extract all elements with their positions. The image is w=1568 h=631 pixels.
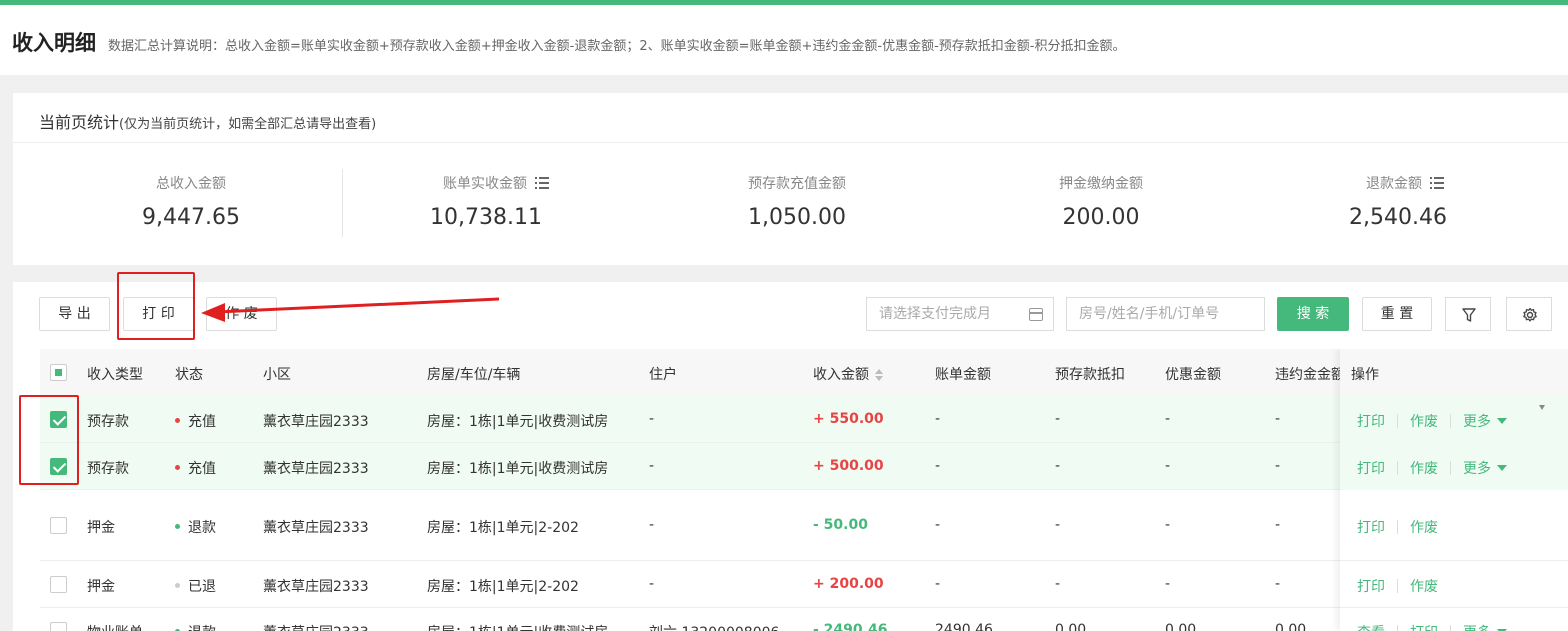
stat-value: 2,540.46 [1349, 205, 1447, 230]
divider [342, 169, 343, 237]
col-income-type: 收入类型 [87, 367, 143, 383]
table-row[interactable]: 押金 已退 薰衣草庄园2333 房屋：1栋|1单元|2-202 - + 200.… [40, 561, 1568, 608]
operations-column: 操作 打印作废更多 打印作废更多 打印作废 打印作废 查看打印更多 [1340, 349, 1568, 631]
page-header: 收入明细 数据汇总计算说明：总收入金额=账单实收金额+预存款收入金额+押金收入金… [0, 5, 1568, 75]
calendar-icon [1029, 308, 1043, 321]
col-prepaid-deduct: 预存款抵扣 [1055, 367, 1125, 383]
status-badge: 充值 [175, 458, 216, 478]
col-penalty: 违约金金额 [1275, 367, 1345, 383]
stat-bill-received: 账单实收金额 10,738.11 [426, 173, 566, 230]
income-table: 收入类型 状态 小区 房屋/车位/车辆 住户 收入金额 账单金额 预存款抵扣 优… [40, 349, 1568, 631]
filter-icon [1462, 308, 1476, 322]
row-checkbox[interactable] [50, 576, 67, 593]
search-button[interactable]: 搜 索 [1277, 297, 1349, 331]
row-checkbox[interactable] [50, 517, 67, 534]
status-badge: 充值 [175, 411, 216, 431]
col-discount: 优惠金额 [1165, 367, 1221, 383]
scroll-right-icon[interactable] [1539, 405, 1545, 411]
stat-value: 1,050.00 [748, 205, 846, 230]
reset-button[interactable]: 重 置 [1362, 297, 1432, 331]
gear-icon [1523, 307, 1537, 322]
row-actions: 打印 作废 [1357, 576, 1438, 596]
void-link[interactable]: 作废 [1410, 520, 1438, 536]
caret-down-icon [1497, 418, 1507, 424]
table-row[interactable]: 预存款 充值 薰衣草庄园2333 房屋：1栋|1单元|收费测试房 - + 550… [40, 396, 1568, 443]
filter-button[interactable] [1445, 297, 1491, 331]
void-link[interactable]: 作废 [1410, 579, 1438, 595]
void-link[interactable]: 作废 [1410, 461, 1438, 477]
more-dropdown[interactable]: 更多 [1463, 414, 1507, 430]
stat-deposit-paid: 押金缴纳金额 200.00 [1053, 173, 1149, 230]
print-link[interactable]: 打印 [1357, 414, 1385, 430]
stat-refund: 退款金额 2,540.46 [1349, 173, 1461, 230]
page-stats-card: 当前页统计(仅为当前页统计，如需全部汇总请导出查看) 总收入金额 9,447.6… [13, 93, 1568, 265]
page-description: 数据汇总计算说明：总收入金额=账单实收金额+预存款收入金额+押金收入金额-退款金… [108, 39, 1126, 54]
payment-month-picker[interactable]: 请选择支付完成月 [866, 297, 1054, 331]
stat-total-income: 总收入金额 9,447.65 [142, 176, 240, 230]
table-row[interactable]: 物业账单 退款 薰衣草庄园2333 房屋：1栋|1单元|收费测试房 刘六 132… [40, 608, 1568, 631]
print-link[interactable]: 打印 [1357, 579, 1385, 595]
view-link[interactable]: 查看 [1357, 625, 1385, 631]
void-link[interactable]: 作废 [1410, 414, 1438, 430]
select-all-checkbox[interactable] [50, 364, 67, 381]
stat-value: 10,738.11 [430, 205, 542, 230]
table-row[interactable]: 预存款 充值 薰衣草庄园2333 房屋：1栋|1单元|收费测试房 - + 500… [40, 443, 1568, 490]
more-dropdown[interactable]: 更多 [1463, 461, 1507, 477]
export-button[interactable]: 导 出 [39, 297, 110, 331]
row-actions: 打印 作废 更多 [1357, 458, 1507, 478]
stat-prepaid-recharge: 预存款充值金额 1,050.00 [741, 173, 853, 230]
page-title: 收入明细 [12, 31, 96, 55]
stats-title: 当前页统计(仅为当前页统计，如需全部汇总请导出查看) [39, 113, 377, 132]
col-house: 房屋/车位/车辆 [427, 367, 521, 383]
table-row[interactable]: 押金 退款 薰衣草庄园2333 房屋：1栋|1单元|2-202 - - 50.0… [40, 490, 1568, 561]
stat-value: 9,447.65 [142, 205, 240, 230]
col-operations: 操作 [1351, 367, 1379, 383]
status-badge: 已退 [175, 576, 216, 596]
stats-note: (仅为当前页统计，如需全部汇总请导出查看) [119, 117, 377, 132]
print-link[interactable]: 打印 [1410, 625, 1438, 631]
more-dropdown[interactable]: 更多 [1463, 625, 1507, 631]
annotation-box-print [117, 272, 195, 340]
list-icon[interactable] [1430, 177, 1444, 189]
income-list-panel: 导 出 打 印 作 废 请选择支付完成月 房号/姓名/手机/订单号 搜 索 重 … [13, 282, 1568, 631]
col-community: 小区 [263, 367, 291, 383]
search-input[interactable]: 房号/姓名/手机/订单号 [1066, 297, 1265, 331]
list-icon[interactable] [535, 177, 549, 189]
print-link[interactable]: 打印 [1357, 520, 1385, 536]
col-status: 状态 [175, 367, 203, 383]
divider [13, 142, 1568, 143]
stat-value: 200.00 [1062, 205, 1140, 230]
settings-button[interactable] [1506, 297, 1552, 331]
col-income-amount[interactable]: 收入金额 [813, 364, 883, 384]
row-actions: 打印 作废 更多 [1357, 411, 1507, 431]
caret-down-icon [1497, 465, 1507, 471]
table-header: 收入类型 状态 小区 房屋/车位/车辆 住户 收入金额 账单金额 预存款抵扣 优… [40, 349, 1568, 396]
print-link[interactable]: 打印 [1357, 461, 1385, 477]
status-badge: 退款 [175, 622, 216, 631]
annotation-arrow-icon [201, 297, 500, 322]
status-badge: 退款 [175, 517, 216, 537]
row-actions: 打印 作废 [1357, 517, 1438, 537]
row-actions: 查看 打印 更多 [1357, 622, 1507, 631]
row-checkbox[interactable] [50, 622, 67, 631]
col-bill-amount: 账单金额 [935, 367, 991, 383]
col-resident: 住户 [649, 367, 677, 383]
annotation-box-checkboxes [19, 395, 79, 485]
sort-icon[interactable] [875, 369, 883, 381]
